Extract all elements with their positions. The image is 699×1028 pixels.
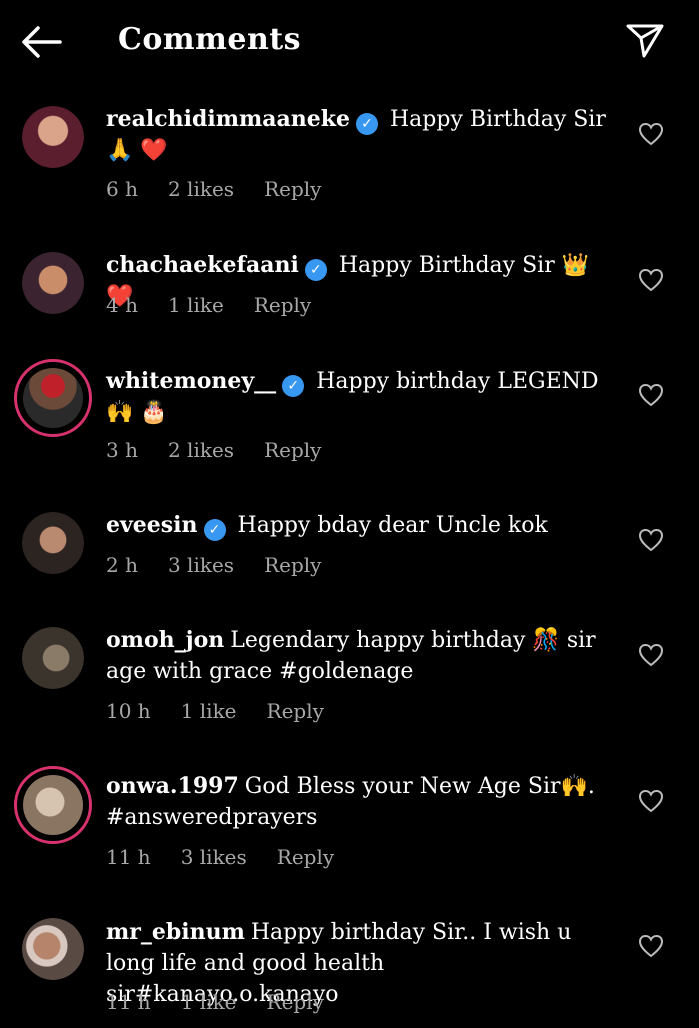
avatar-image	[22, 252, 84, 314]
comment-likes[interactable]: 1 like	[168, 293, 224, 317]
avatar[interactable]	[22, 252, 84, 314]
comment-body: whitemoney__ ✓ Happy birthday LEGEND🙌 🎂	[106, 366, 616, 428]
heart-icon[interactable]	[638, 268, 664, 292]
verified-badge-icon: ✓	[282, 375, 305, 397]
heart-icon[interactable]	[638, 122, 664, 146]
verified-badge-icon: ✓	[304, 259, 327, 281]
reply-button[interactable]: Reply	[267, 990, 324, 1014]
comment-time: 3 h	[106, 438, 138, 462]
comment-username[interactable]: omoh_jon	[106, 627, 224, 653]
comment-meta: 3 h 2 likes Reply	[106, 438, 351, 462]
comment-likes[interactable]: 2 likes	[168, 177, 234, 201]
comment-meta: 11 h 1 like Reply	[106, 990, 354, 1014]
heart-icon[interactable]	[638, 528, 664, 552]
comment-likes[interactable]: 1 like	[181, 699, 237, 723]
comment-username[interactable]: eveesin	[106, 512, 198, 538]
comment-username[interactable]: chachaekefaani	[106, 252, 299, 278]
verified-badge-icon: ✓	[356, 113, 378, 135]
page-title: Comments	[118, 22, 302, 57]
comment-body: onwa.1997 God Bless your New Age Sir🙌. #a…	[106, 771, 616, 833]
comment-username[interactable]: onwa.1997	[106, 773, 239, 799]
reply-button[interactable]: Reply	[264, 553, 321, 577]
comment-meta: 2 h 3 likes Reply	[106, 553, 351, 577]
avatar-image	[22, 512, 84, 574]
avatar-image	[23, 368, 83, 428]
comment-meta: 11 h 3 likes Reply	[106, 845, 364, 869]
comment-likes[interactable]: 1 like	[181, 990, 237, 1014]
comment-body: omoh_jon Legendary happy birthday 🎊 sir a…	[106, 625, 616, 687]
reply-button[interactable]: Reply	[254, 293, 311, 317]
avatar[interactable]	[22, 627, 84, 689]
comment-username[interactable]: whitemoney__	[106, 368, 276, 394]
avatar-image	[22, 106, 84, 168]
avatar[interactable]	[22, 918, 84, 980]
comment-time: 4 h	[106, 293, 138, 317]
comment-time: 2 h	[106, 553, 138, 577]
avatar-story-ring[interactable]	[14, 359, 92, 437]
avatar-image	[23, 775, 83, 835]
avatar-image	[22, 627, 84, 689]
reply-button[interactable]: Reply	[267, 699, 324, 723]
comment-time: 11 h	[106, 990, 151, 1014]
comment-meta: 4 h 1 like Reply	[106, 293, 341, 317]
avatar-image	[22, 918, 84, 980]
comment-username[interactable]: mr_ebinum	[106, 919, 245, 945]
reply-button[interactable]: Reply	[264, 438, 321, 462]
comment-likes[interactable]: 2 likes	[168, 438, 234, 462]
comment-likes[interactable]: 3 likes	[181, 845, 247, 869]
avatar[interactable]	[22, 106, 84, 168]
heart-icon[interactable]	[638, 934, 664, 958]
heart-icon[interactable]	[638, 789, 664, 813]
arrow-left-icon[interactable]	[20, 24, 62, 60]
heart-icon[interactable]	[638, 643, 664, 667]
comment-meta: 10 h 1 like Reply	[106, 699, 354, 723]
comment-meta: 6 h 2 likes Reply	[106, 177, 351, 201]
comment-body: realchidimmaaneke ✓ Happy Birthday Sir 🙏 ❤…	[106, 104, 616, 166]
comment-likes[interactable]: 3 likes	[168, 553, 234, 577]
comment-body: eveesin ✓ Happy bday dear Uncle kok	[106, 510, 616, 541]
comment-username[interactable]: realchidimmaaneke	[106, 106, 350, 132]
reply-button[interactable]: Reply	[277, 845, 334, 869]
verified-badge-icon: ✓	[203, 519, 226, 541]
reply-button[interactable]: Reply	[264, 177, 321, 201]
avatar[interactable]	[22, 512, 84, 574]
avatar-story-ring[interactable]	[14, 766, 92, 844]
heart-icon[interactable]	[638, 383, 664, 407]
comment-text: Happy bday dear Uncle kok	[237, 513, 548, 538]
comment-time: 6 h	[106, 177, 138, 201]
paper-plane-icon[interactable]	[624, 20, 666, 60]
comment-time: 11 h	[106, 845, 151, 869]
comment-time: 10 h	[106, 699, 151, 723]
header: Comments	[0, 0, 699, 86]
